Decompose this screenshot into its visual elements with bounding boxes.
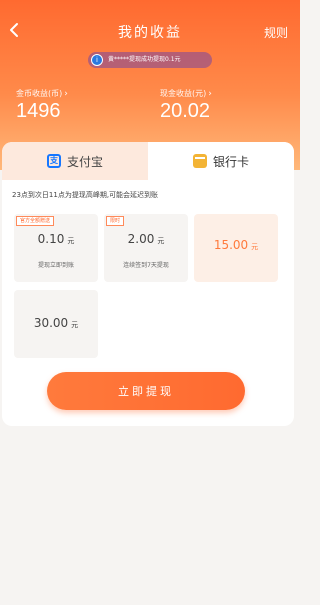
option-amount: 30.00 元 xyxy=(33,316,79,330)
alipay-icon: 支 xyxy=(46,154,61,168)
withdraw-notice-banner: i 黄*****提现成功提现0.1元 xyxy=(88,52,212,68)
amount-option-15-00[interactable]: 15.00 元 xyxy=(194,214,278,282)
chevron-right-icon: › xyxy=(64,89,68,99)
option-amount: 0.10 元 xyxy=(37,232,75,246)
chevron-right-icon: › xyxy=(208,89,212,99)
option-subtitle: 提现立即到账 xyxy=(37,262,74,269)
cash-income-value: 20.02 xyxy=(160,100,211,122)
cash-income-label: 现金收益(元) xyxy=(160,89,207,98)
tab-bank-card-label: 银行卡 xyxy=(212,154,249,169)
peak-time-note: 23点到次日11点为提现高峰期,可能会延迟到账 xyxy=(12,191,159,199)
tab-alipay[interactable]: 支 支付宝 xyxy=(2,142,148,180)
option-tag: 限时 xyxy=(106,216,125,226)
coin-income-label: 金币收益(币) xyxy=(16,89,63,98)
coin-income-label-link[interactable]: 金币收益(币) › xyxy=(16,88,68,99)
option-amount: 2.00 元 xyxy=(127,232,165,246)
option-subtitle: 连续签到7天提现 xyxy=(123,262,169,269)
amount-option-0-10[interactable]: 官方全额赠送 0.10 元 提现立即到账 xyxy=(14,214,98,282)
option-amount: 15.00 元 xyxy=(213,238,259,252)
notice-text: 黄*****提现成功提现0.1元 xyxy=(108,56,181,63)
coin-income-value: 1496 xyxy=(16,100,61,122)
option-tag: 官方全额赠送 xyxy=(16,216,55,226)
page-title: 我的收益 xyxy=(118,25,182,41)
tab-alipay-label: 支付宝 xyxy=(66,154,103,169)
withdraw-now-button[interactable]: 立即提现 xyxy=(47,372,245,410)
top-bar: 我的收益 规则 xyxy=(0,0,300,60)
avatar-icon: i xyxy=(91,54,103,66)
bank-card-icon xyxy=(192,154,207,168)
tab-bank-card[interactable]: 银行卡 xyxy=(148,142,294,180)
payment-tabs: 支 支付宝 银行卡 xyxy=(2,142,294,180)
cash-income-label-link[interactable]: 现金收益(元) › xyxy=(160,88,212,99)
amount-option-30-00[interactable]: 30.00 元 xyxy=(14,290,98,358)
amount-option-2-00[interactable]: 限时 2.00 元 连续签到7天提现 xyxy=(104,214,188,282)
rules-link[interactable]: 规则 xyxy=(264,24,288,41)
